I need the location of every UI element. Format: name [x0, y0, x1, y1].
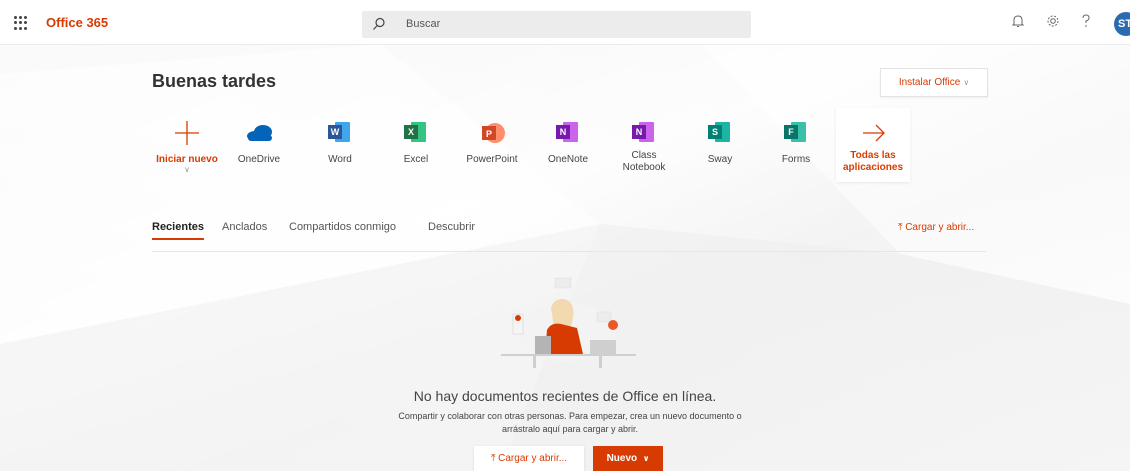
tab-compartidos[interactable]: Compartidos conmigo: [289, 221, 396, 233]
app-all-apps[interactable]: Todas las aplicaciones: [838, 118, 908, 174]
upload-icon: ⤒: [898, 222, 903, 233]
avatar[interactable]: ST: [1114, 12, 1130, 36]
app-label: Word: [328, 154, 352, 165]
upload-open-link[interactable]: ⤒ Cargar y abrir...: [898, 222, 974, 233]
app-label-line: aplicaciones: [842, 162, 904, 173]
powerpoint-icon: P: [482, 123, 505, 143]
app-label-line: Todas las: [850, 150, 896, 161]
empty-state-description: Compartir y colaborar con otras personas…: [370, 410, 770, 436]
arrow-right-icon: [863, 124, 885, 142]
app-word[interactable]: W Word: [305, 118, 375, 166]
install-office-button[interactable]: Instalar Office ∨: [880, 68, 988, 97]
app-label: OneNote: [547, 154, 589, 165]
active-tab-indicator: [152, 238, 204, 240]
gear-icon[interactable]: [1046, 14, 1060, 28]
app-launcher-icon[interactable]: [14, 16, 28, 30]
word-icon: W: [328, 122, 352, 144]
app-label: Todas las aplicaciones: [838, 150, 908, 174]
app-class-notebook[interactable]: N Class Notebook: [609, 118, 679, 174]
empty-state-line: Compartir y colaborar con otras personas…: [398, 411, 742, 421]
divider: [152, 251, 986, 252]
tab-anclados[interactable]: Anclados: [222, 221, 267, 233]
search-input[interactable]: Buscar: [406, 18, 440, 30]
search-icon: [373, 17, 385, 30]
background: [0, 44, 1130, 471]
app-label: Forms: [781, 154, 811, 165]
install-office-label: Instalar Office: [898, 77, 961, 88]
app-sway[interactable]: S Sway: [685, 118, 755, 166]
app-label-line: Notebook: [622, 162, 666, 173]
app-onenote[interactable]: N OneNote: [533, 118, 603, 166]
app-label: Excel: [403, 154, 429, 165]
sway-icon: S: [708, 122, 732, 144]
app-powerpoint[interactable]: P PowerPoint: [457, 118, 527, 166]
bell-icon[interactable]: [1012, 14, 1024, 28]
empty-state-illustration: [501, 277, 636, 368]
page-title: Buenas tardes: [152, 71, 277, 91]
tab-descubrir[interactable]: Descubrir: [428, 221, 475, 233]
empty-state-line: arrástralo aquí para cargar y abrir.: [501, 424, 639, 434]
excel-icon: X: [404, 122, 428, 144]
brand-logo[interactable]: Office 365: [46, 15, 108, 30]
chevron-down-icon: ∨: [963, 78, 970, 87]
empty-state-title: No hay documentos recientes de Office en…: [413, 388, 717, 404]
new-document-button[interactable]: Nuevo ∨: [593, 446, 663, 471]
onedrive-icon: [247, 125, 272, 141]
upload-open-button-label: Cargar y abrir...: [498, 453, 568, 464]
app-label: Class Notebook: [609, 150, 679, 174]
tab-recientes[interactable]: Recientes: [152, 221, 204, 233]
app-label-line: Class: [631, 150, 657, 161]
chevron-down-icon: ∨: [184, 165, 190, 174]
upload-icon: ⤒: [490, 453, 496, 464]
forms-icon: F: [784, 122, 808, 144]
new-document-label: Nuevo: [606, 453, 638, 464]
app-label: OneDrive: [237, 154, 281, 165]
app-forms[interactable]: F Forms: [761, 118, 831, 166]
app-new[interactable]: Iniciar nuevo ∨: [152, 118, 222, 174]
search-box[interactable]: Buscar: [362, 11, 751, 38]
app-label: Sway: [707, 154, 733, 165]
plus-icon: [175, 121, 199, 145]
top-bar: Office 365 Buscar ST: [0, 0, 1130, 45]
app-label: PowerPoint: [466, 154, 518, 165]
upload-open-button[interactable]: ⤒ Cargar y abrir...: [474, 446, 584, 471]
chevron-down-icon: ∨: [642, 454, 650, 463]
svg-text:P: P: [486, 129, 492, 139]
class-notebook-icon: N: [632, 122, 656, 144]
upload-open-label: Cargar y abrir...: [905, 222, 975, 233]
onenote-icon: N: [556, 122, 580, 144]
app-excel[interactable]: X Excel: [381, 118, 451, 166]
app-onedrive[interactable]: OneDrive: [224, 118, 294, 166]
help-icon[interactable]: [1081, 14, 1091, 28]
background-shapes: [0, 44, 1130, 471]
